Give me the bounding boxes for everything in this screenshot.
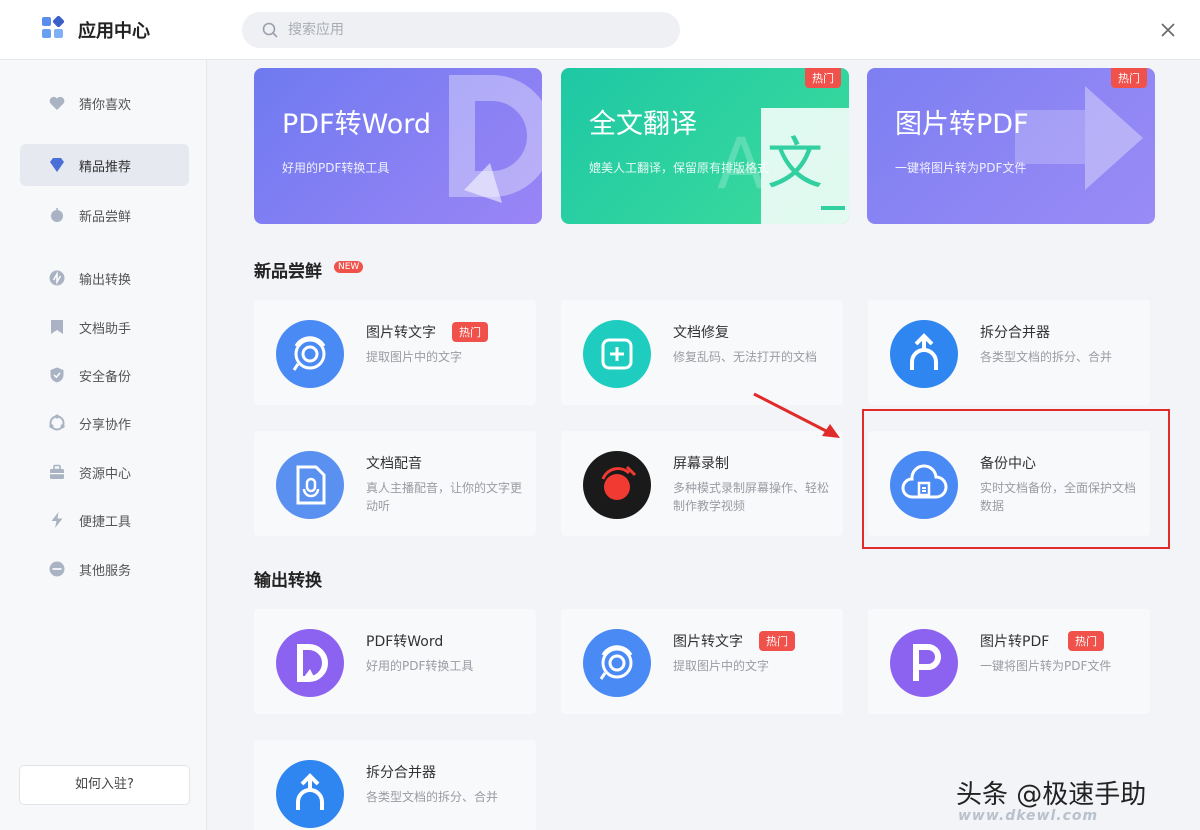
svg-text:文: 文	[767, 132, 823, 197]
heart-icon	[49, 96, 65, 110]
document-icon	[51, 320, 63, 334]
card-title: 屏幕录制	[673, 456, 729, 472]
sidebar-item-label: 文档助手	[79, 322, 132, 337]
card-title: 图片转PDF	[980, 634, 1050, 650]
shield-icon	[50, 367, 64, 383]
sidebar-item-label: 资源中心	[79, 467, 132, 482]
record-icon	[583, 451, 651, 519]
split-merge-icon	[890, 320, 958, 388]
pdf-word-deco-icon	[449, 75, 542, 203]
card-desc: 一键将图片转为PDF文件	[980, 659, 1112, 673]
hot-badge: 热门	[759, 631, 795, 651]
search-bar[interactable]	[242, 12, 680, 48]
arrow-deco-icon	[1015, 86, 1143, 190]
sidebar-item-label: 其他服务	[79, 564, 132, 579]
banner-title: PDF转Word	[282, 109, 432, 140]
banner-pdf-to-word[interactable]: PDF转Word 好用的PDF转换工具	[254, 68, 542, 224]
how-to-join-button[interactable]: 如何入驻?	[19, 765, 190, 805]
sidebar-item-label: 分享协作	[79, 418, 132, 433]
sidebar-item-resource-center[interactable]: 资源中心	[20, 451, 189, 493]
card-desc: 修复乱码、无法打开的文档	[673, 350, 818, 364]
card-desc: 各类型文档的拆分、合并	[980, 350, 1113, 364]
minus-circle-icon	[49, 561, 65, 577]
app-card-pdf-to-word[interactable]: PDF转Word 好用的PDF转换工具	[254, 609, 536, 714]
ocr-icon	[583, 629, 651, 697]
search-input[interactable]	[288, 19, 658, 41]
section-title-output: 输出转换	[254, 571, 322, 591]
sidebar-item-doc-assistant[interactable]: 文档助手	[20, 306, 189, 348]
new-badge: NEW	[334, 261, 364, 273]
app-card-image-to-text[interactable]: 图片转文字 热门 提取图片中的文字	[254, 300, 536, 405]
card-title: 文档配音	[366, 456, 422, 472]
translate-deco-icon: A 文	[717, 108, 849, 224]
banner-desc: 一键将图片转为PDF文件	[895, 161, 1027, 175]
card-title: 拆分合并器	[366, 765, 436, 781]
hot-badge: 热门	[452, 322, 488, 342]
annotation-arrow-icon	[753, 392, 840, 438]
banner-image-to-pdf[interactable]: 热门 图片转PDF 一键将图片转为PDF文件	[867, 68, 1155, 224]
ocr-icon	[276, 320, 344, 388]
sidebar-item-label: 精品推荐	[79, 160, 132, 175]
card-title: 拆分合并器	[980, 325, 1050, 341]
banner-desc: 好用的PDF转换工具	[282, 161, 390, 175]
sidebar-item-label: 安全备份	[79, 370, 132, 385]
section-title-new: 新品尝鲜	[254, 262, 322, 282]
app-title: 应用中心	[78, 21, 150, 42]
lightning-icon	[51, 512, 63, 528]
hot-badge: 热门	[805, 68, 841, 88]
apple-icon	[51, 208, 63, 222]
wps-logo-icon	[42, 15, 66, 41]
sidebar-item-other-services[interactable]: 其他服务	[20, 548, 189, 590]
app-card-image-to-pdf[interactable]: 图片转PDF 热门 一键将图片转为PDF文件	[868, 609, 1150, 714]
sidebar-item-label: 便捷工具	[79, 515, 132, 530]
card-desc: 提取图片中的文字	[366, 350, 463, 364]
share-icon	[49, 414, 65, 431]
briefcase-icon	[50, 464, 64, 479]
card-desc: 各类型文档的拆分、合并	[366, 790, 499, 804]
card-title: PDF转Word	[366, 634, 444, 650]
header: 应用中心	[0, 0, 1200, 60]
sidebar-item-share-collab[interactable]: 分享协作	[20, 402, 189, 444]
banner-desc: 媲美人工翻译，保留原有排版格式	[589, 161, 770, 175]
convert-icon	[49, 270, 65, 286]
highlight-box	[862, 409, 1170, 549]
sidebar-item-featured[interactable]: 精品推荐	[20, 144, 189, 186]
banner-full-translate[interactable]: A 文 热门 全文翻译 媲美人工翻译，保留原有排版格式	[561, 68, 849, 224]
close-icon[interactable]	[1158, 20, 1178, 40]
app-card-split-merge-2[interactable]: 拆分合并器 各类型文档的拆分、合并	[254, 740, 536, 830]
card-desc: 好用的PDF转换工具	[366, 659, 474, 673]
search-icon	[262, 22, 278, 38]
pdf-word-icon	[276, 629, 344, 697]
sidebar-item-label: 输出转换	[79, 273, 132, 288]
sidebar-item-quick-tools[interactable]: 便捷工具	[20, 499, 189, 541]
card-title: 文档修复	[673, 325, 729, 341]
repair-icon	[583, 320, 651, 388]
app-card-doc-voice[interactable]: 文档配音 真人主播配音，让你的文字更动听	[254, 431, 536, 536]
sidebar-item-security-backup[interactable]: 安全备份	[20, 354, 189, 396]
sidebar: 猜你喜欢 精品推荐 新品尝鲜 输出转换 文档助手 安全备份 分享协作 资源中心 …	[0, 60, 207, 830]
voice-icon	[276, 451, 344, 519]
card-desc: 多种模式录制屏幕操作、轻松制作教学视频	[673, 481, 830, 513]
diamond-icon	[50, 158, 64, 172]
watermark-site: www.dkewl.com	[958, 808, 1099, 824]
sidebar-item-guess-you-like[interactable]: 猜你喜欢	[20, 82, 189, 124]
sidebar-item-new-products[interactable]: 新品尝鲜	[20, 194, 189, 236]
watermark-text: 头条 @极速手助	[956, 780, 1147, 810]
card-title: 图片转文字	[673, 634, 743, 650]
sidebar-item-output-convert[interactable]: 输出转换	[20, 257, 189, 299]
app-card-image-to-text-2[interactable]: 图片转文字 热门 提取图片中的文字	[561, 609, 843, 714]
image-pdf-icon	[890, 629, 958, 697]
hot-badge: 热门	[1111, 68, 1147, 88]
sidebar-item-label: 新品尝鲜	[79, 210, 132, 225]
card-desc: 提取图片中的文字	[673, 659, 770, 673]
card-title: 图片转文字	[366, 325, 436, 341]
banner-title: 图片转PDF	[895, 109, 1029, 140]
sidebar-item-label: 猜你喜欢	[79, 98, 132, 113]
hot-badge: 热门	[1068, 631, 1104, 651]
banner-title: 全文翻译	[589, 109, 697, 140]
split-merge-icon	[276, 760, 344, 828]
app-card-split-merge[interactable]: 拆分合并器 各类型文档的拆分、合并	[868, 300, 1150, 405]
card-desc: 真人主播配音，让你的文字更动听	[366, 481, 523, 513]
